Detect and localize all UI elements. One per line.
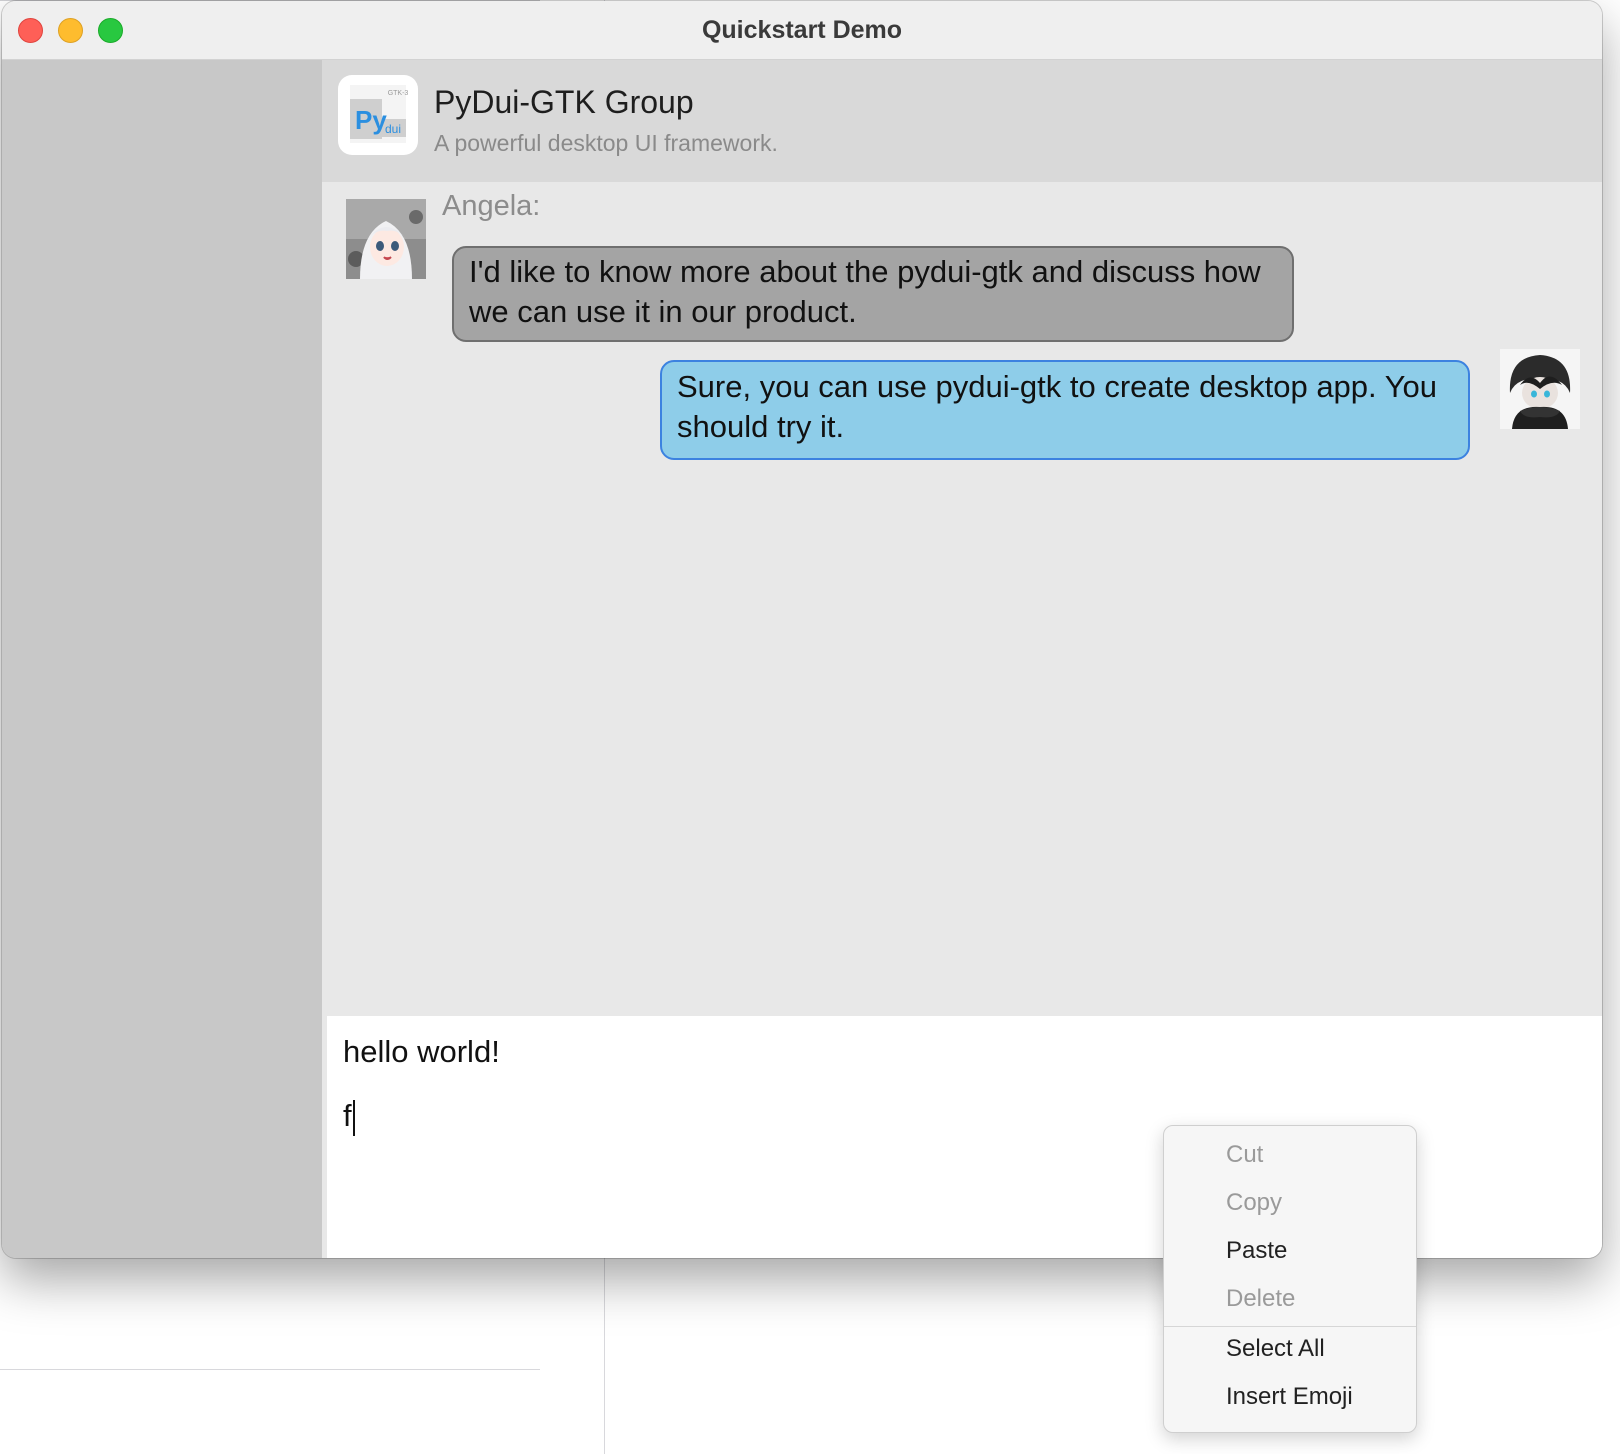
outgoing-message-bubble: Sure, you can use pydui-gtk to create de… — [660, 360, 1470, 460]
menu-item-cut: Cut — [1226, 1141, 1264, 1168]
context-menu: Cut Copy Paste Delete Select All Insert … — [1163, 1125, 1417, 1433]
chat-panel: GTK-3 Py dui PyDui-GTK Group A powerful … — [322, 60, 1602, 1258]
menu-item-select-all[interactable]: Select All — [1226, 1335, 1325, 1363]
input-text-line: hello world! — [343, 1034, 500, 1069]
text-caret — [353, 1100, 355, 1136]
app-window: Quickstart Demo GTK-3 Py dui PyDui-GTK G… — [2, 1, 1602, 1258]
message-list: Angela: I'd like to know more about the … — [322, 182, 1602, 1020]
logo-tag: GTK-3 — [388, 90, 409, 97]
menu-item-insert-emoji[interactable]: Insert Emoji — [1226, 1383, 1353, 1411]
title-bar: Quickstart Demo — [2, 1, 1602, 60]
window-title: Quickstart Demo — [701, 16, 903, 44]
group-header: GTK-3 Py dui PyDui-GTK Group A powerful … — [322, 60, 1602, 182]
input-text-line: f — [343, 1098, 352, 1133]
group-description: A powerful desktop UI framework. — [434, 130, 778, 156]
group-name: PyDui-GTK Group — [434, 84, 694, 120]
avatar — [346, 199, 426, 279]
background-line — [0, 1369, 540, 1370]
group-logo-icon: GTK-3 Py dui — [338, 75, 418, 155]
avatar — [1500, 349, 1580, 429]
menu-item-copy: Copy — [1226, 1189, 1283, 1216]
menu-item-delete: Delete — [1226, 1285, 1296, 1312]
sender-name: Angela: — [442, 190, 541, 222]
logo-sub-text: dui — [385, 122, 401, 136]
sidebar — [2, 60, 322, 1258]
menu-separator — [1164, 1326, 1416, 1327]
menu-item-paste[interactable]: Paste — [1226, 1237, 1287, 1265]
logo-main-text: Py — [355, 105, 387, 135]
incoming-message-bubble: I'd like to know more about the pydui-gt… — [452, 246, 1294, 342]
